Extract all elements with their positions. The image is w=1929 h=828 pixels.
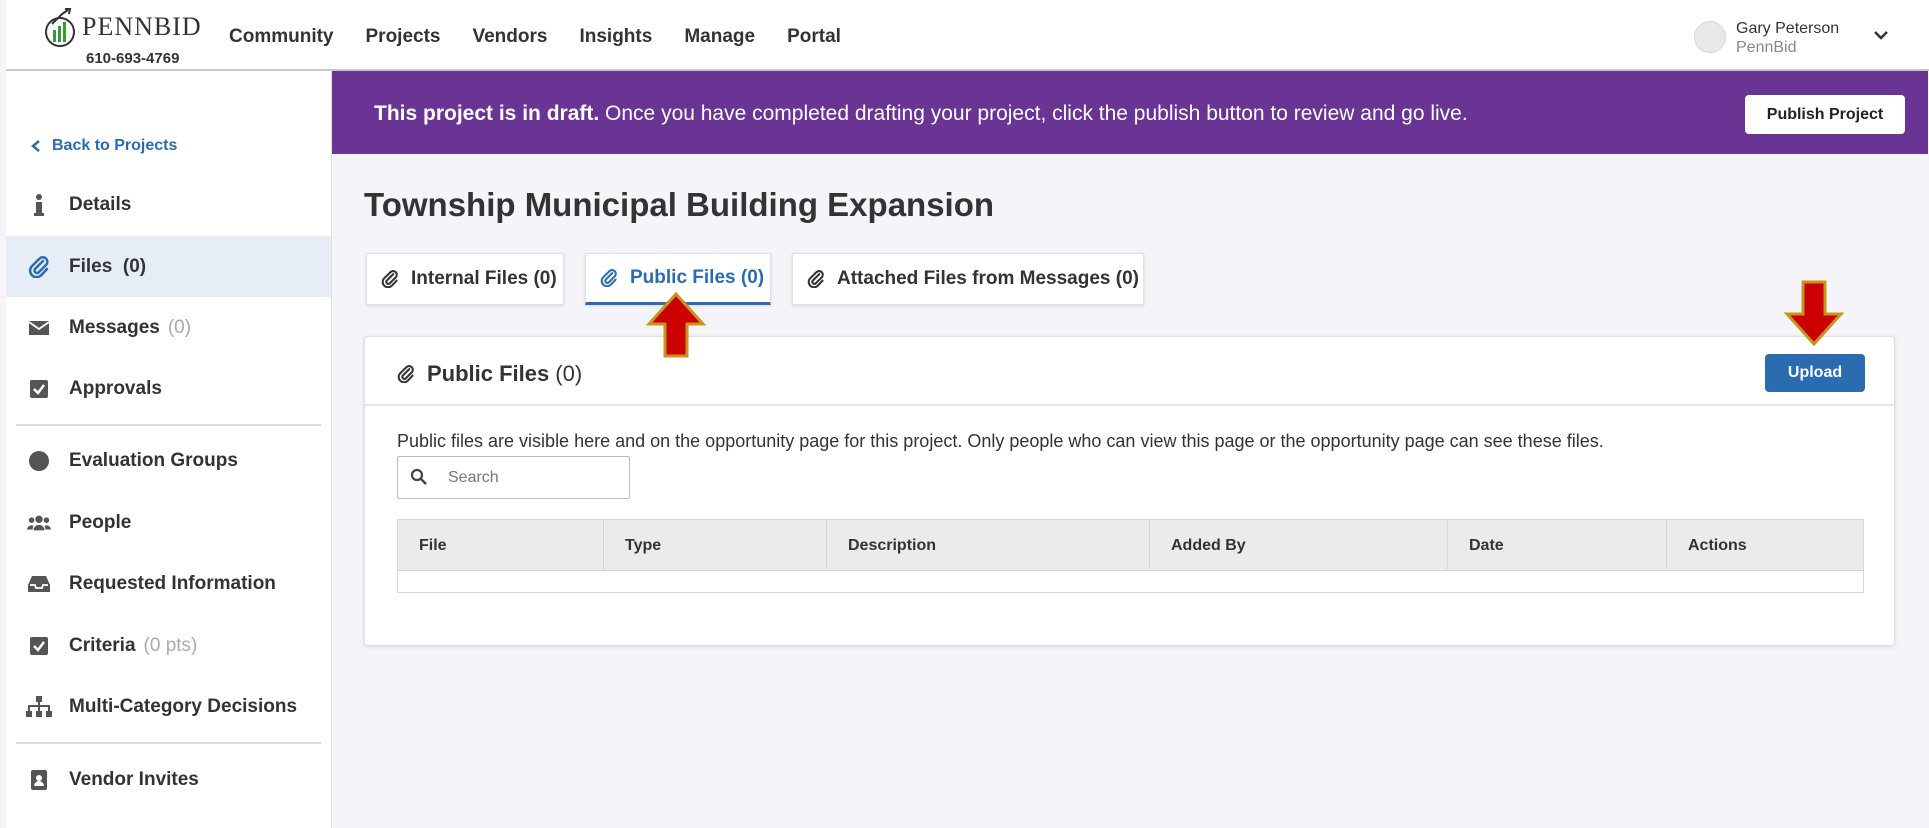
column-header-type[interactable]: Type — [604, 520, 827, 571]
address-book-icon — [26, 767, 52, 793]
back-to-projects-link[interactable]: Back to Projects — [30, 137, 177, 155]
avatar — [1694, 21, 1726, 53]
sidebar-item-label: Evaluation Groups — [69, 449, 238, 471]
files-label: Files — [69, 255, 113, 277]
upload-button[interactable]: Upload — [1765, 354, 1865, 392]
messages-label: Messages — [69, 316, 160, 338]
draft-message-bold: This project is in draft. — [374, 102, 600, 125]
draft-message-text: Once you have completed drafting your pr… — [599, 102, 1468, 125]
column-header-date[interactable]: Date — [1448, 520, 1667, 571]
circle-icon — [26, 448, 52, 474]
paperclip-icon — [397, 365, 415, 383]
nav-manage[interactable]: Manage — [684, 26, 755, 48]
tab-attached-files-from-messages[interactable]: Attached Files from Messages (0) — [792, 253, 1144, 305]
tab-internal-files[interactable]: Internal Files (0) — [366, 253, 564, 305]
chevron-down-icon[interactable] — [1872, 26, 1890, 44]
sidebar-item-evaluation-groups[interactable]: Evaluation Groups — [6, 430, 331, 491]
red-arrow-down-icon — [1784, 280, 1844, 346]
logo-phone: 610-693-4769 — [86, 50, 180, 67]
logo-bars-icon — [45, 8, 75, 47]
sidebar-item-label: Messages (0) — [69, 317, 191, 339]
paperclip-icon — [26, 254, 52, 280]
pennbid-logo[interactable]: PENNBID 610-693-4769 — [42, 6, 212, 68]
search-input[interactable] — [448, 465, 623, 491]
user-org: PennBid — [1736, 39, 1797, 56]
sidebar-item-label: Vendor Invites — [69, 768, 199, 790]
sidebar-item-criteria[interactable]: Criteria (0 pts) — [6, 615, 331, 676]
sidebar-item-messages[interactable]: Messages (0) — [6, 297, 331, 358]
messages-count: (0) — [167, 316, 192, 338]
top-navbar: PENNBID 610-693-4769 Community Projects … — [6, 0, 1929, 71]
public-files-card: Public Files (0) Upload Public files are… — [364, 336, 1895, 646]
sidebar-item-approvals[interactable]: Approvals — [6, 358, 331, 419]
sitemap-icon — [26, 694, 52, 720]
sidebar-item-label: Requested Information — [69, 572, 276, 594]
draft-message: This project is in draft. Once you have … — [374, 102, 1468, 126]
search-box — [397, 456, 630, 499]
sidebar-item-label: Approvals — [69, 377, 162, 399]
public-files-description: Public files are visible here and on the… — [397, 431, 1604, 451]
nav-portal[interactable]: Portal — [787, 26, 841, 48]
sidebar-divider — [16, 742, 321, 744]
criteria-label: Criteria — [69, 634, 136, 656]
criteria-points: (0 pts) — [143, 634, 198, 656]
tab-label: Internal Files (0) — [411, 268, 557, 289]
nav-vendors[interactable]: Vendors — [472, 26, 547, 48]
sidebar-item-label: Criteria (0 pts) — [69, 635, 197, 657]
user-menu[interactable]: Gary Peterson PennBid — [1689, 16, 1909, 56]
sidebar-item-files[interactable]: Files (0) — [6, 236, 331, 297]
search-icon — [410, 468, 427, 485]
column-header-added-by[interactable]: Added By — [1150, 520, 1448, 571]
envelope-icon — [26, 315, 52, 341]
info-icon — [26, 192, 52, 218]
logo-text: PENNBID — [82, 12, 202, 41]
sidebar: Back to Projects Details Files (0) Messa… — [6, 71, 332, 828]
sidebar-item-vendor-invites[interactable]: Vendor Invites — [6, 749, 331, 810]
users-icon — [26, 510, 52, 536]
card-header: Public Files (0) Upload — [365, 337, 1894, 406]
column-header-actions: Actions — [1688, 536, 1747, 554]
nav-community[interactable]: Community — [229, 26, 334, 48]
column-header-description[interactable]: Description — [827, 520, 1150, 571]
paperclip-icon — [381, 270, 399, 288]
tab-label: Public Files (0) — [630, 267, 765, 288]
paperclip-icon — [807, 270, 825, 288]
checkbox-icon — [26, 633, 52, 659]
sidebar-item-label: Multi-Category Decisions — [69, 695, 298, 717]
page-title: Township Municipal Building Expansion — [364, 186, 995, 223]
card-title: Public Files (0) — [397, 361, 582, 387]
main-nav: Community Projects Vendors Insights Mana… — [229, 26, 841, 48]
column-header-file[interactable]: File — [398, 520, 604, 571]
sidebar-item-multi-category-decisions[interactable]: Multi-Category Decisions — [6, 676, 331, 737]
sidebar-item-label: Files (0) — [69, 256, 146, 278]
user-name: Gary Peterson — [1736, 20, 1840, 37]
chevron-left-icon — [31, 140, 40, 152]
checkbox-icon — [26, 376, 52, 402]
nav-projects[interactable]: Projects — [366, 26, 441, 48]
files-table: File Type Description Added By Date Acti… — [397, 519, 1864, 593]
sidebar-divider — [16, 424, 321, 426]
sidebar-item-label: Details — [69, 193, 132, 215]
sidebar-item-details[interactable]: Details — [6, 174, 331, 235]
files-count: (0) — [122, 255, 147, 277]
paperclip-icon — [600, 269, 618, 287]
nav-insights[interactable]: Insights — [579, 26, 652, 48]
card-title-text: Public Files — [427, 361, 550, 386]
sidebar-item-label: People — [69, 511, 132, 533]
back-label: Back to Projects — [52, 137, 178, 154]
sidebar-item-requested-information[interactable]: Requested Information — [6, 553, 331, 614]
tab-label: Attached Files from Messages (0) — [837, 268, 1139, 289]
inbox-icon — [26, 571, 52, 597]
table-header: File Type Description Added By Date Acti… — [398, 520, 1863, 571]
sidebar-item-people[interactable]: People — [6, 492, 331, 553]
draft-banner: This project is in draft. Once you have … — [332, 71, 1928, 154]
publish-project-button[interactable]: Publish Project — [1745, 95, 1905, 134]
card-title-count: (0) — [555, 361, 583, 386]
red-arrow-up-icon — [646, 292, 706, 358]
